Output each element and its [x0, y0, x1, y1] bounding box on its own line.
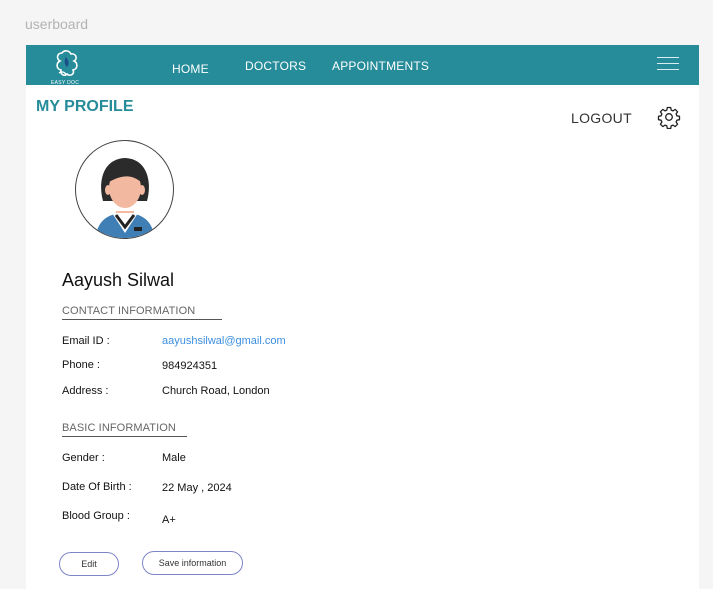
page-title: MY PROFILE: [36, 98, 134, 115]
profile-page: EASY DOC HOME DOCTORS APPOINTMENTS MY PR…: [26, 45, 699, 589]
avatar-icon: [96, 158, 154, 238]
basic-section-title: BASIC INFORMATION: [62, 422, 187, 437]
gender-label: Gender :: [62, 452, 105, 464]
nav-home[interactable]: HOME: [172, 62, 209, 76]
profile-name: Aayush Silwal: [62, 270, 175, 290]
logout-button[interactable]: LOGOUT: [571, 110, 632, 126]
frame-label: userboard: [25, 16, 89, 32]
phone-value: 984924351: [162, 360, 218, 372]
avatar[interactable]: [75, 140, 174, 239]
logo-text: EASY DOC: [51, 80, 80, 86]
gender-value: Male: [162, 452, 186, 464]
save-information-button[interactable]: Save information: [142, 551, 243, 575]
navbar: EASY DOC HOME DOCTORS APPOINTMENTS: [26, 45, 699, 86]
hamburger-menu-icon[interactable]: [657, 57, 679, 71]
gear-icon[interactable]: [657, 105, 681, 129]
dob-label: Date Of Birth :: [62, 481, 132, 493]
edit-button[interactable]: Edit: [59, 552, 119, 576]
nav-appointments[interactable]: APPOINTMENTS: [332, 59, 429, 73]
address-label: Address :: [62, 385, 109, 397]
contact-section-title: CONTACT INFORMATION: [62, 305, 222, 320]
dob-value: 22 May , 2024: [162, 482, 232, 494]
nav-doctors[interactable]: DOCTORS: [245, 59, 306, 73]
phone-label: Phone :: [62, 359, 100, 371]
address-value: Church Road, London: [162, 385, 270, 397]
email-label: Email ID :: [62, 335, 110, 347]
blood-group-label: Blood Group :: [62, 510, 130, 522]
blood-group-value: A+: [162, 514, 176, 526]
logo-icon[interactable]: [48, 49, 84, 83]
email-value[interactable]: aayushsilwal@gmail.com: [162, 335, 286, 347]
